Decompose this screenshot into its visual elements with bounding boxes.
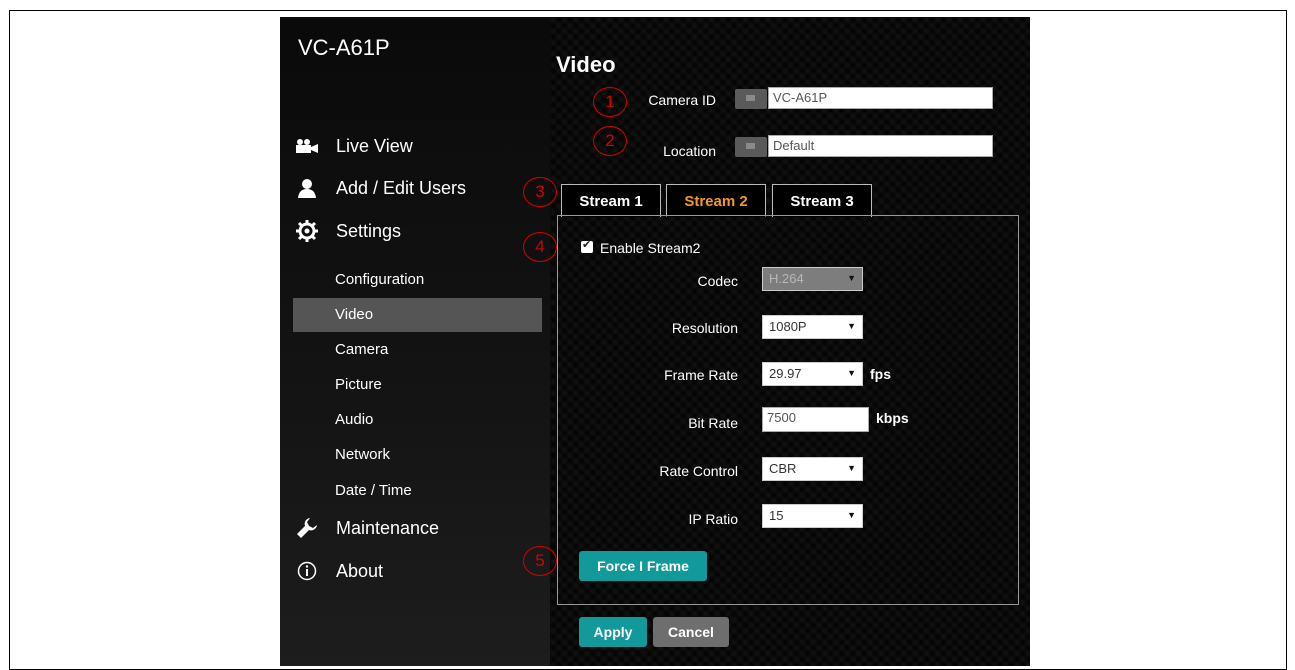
camera-id-icon-button[interactable] bbox=[735, 89, 767, 109]
nav-configuration[interactable]: Configuration bbox=[335, 271, 424, 288]
user-icon bbox=[294, 177, 320, 199]
nav-add-edit-users-label: Add / Edit Users bbox=[336, 177, 467, 198]
bit-rate-label: Bit Rate bbox=[688, 415, 738, 431]
nav-settings[interactable]: Settings bbox=[294, 220, 401, 242]
app-title: VC-A61P bbox=[298, 35, 390, 60]
ip-ratio-value: 15 bbox=[769, 508, 784, 523]
location-input[interactable]: Default bbox=[768, 135, 993, 157]
nav-picture[interactable]: Picture bbox=[335, 376, 382, 393]
rate-control-label: Rate Control bbox=[659, 463, 738, 479]
bit-rate-unit: kbps bbox=[876, 410, 909, 426]
chevron-down-icon: ▼ bbox=[847, 510, 856, 520]
frame-rate-unit: fps bbox=[870, 366, 891, 382]
location-label: Location bbox=[663, 143, 716, 159]
tab-stream-2[interactable]: Stream 2 bbox=[666, 184, 766, 217]
frame-rate-select[interactable]: 29.97 ▼ bbox=[762, 362, 863, 386]
bit-rate-input[interactable]: 7500 bbox=[762, 407, 869, 432]
tab-stream-3[interactable]: Stream 3 bbox=[772, 184, 872, 217]
wrench-icon bbox=[294, 517, 320, 539]
enable-stream-checkbox[interactable] bbox=[581, 238, 593, 253]
cancel-button[interactable]: Cancel bbox=[653, 617, 729, 647]
chevron-down-icon: ▼ bbox=[847, 321, 856, 331]
callout-1: 1 bbox=[593, 87, 627, 117]
rate-control-value: CBR bbox=[769, 461, 797, 476]
tab-stream-1[interactable]: Stream 1 bbox=[561, 184, 661, 217]
codec-label: Codec bbox=[697, 273, 738, 289]
nav-camera[interactable]: Camera bbox=[335, 341, 388, 358]
camera-id-label: Camera ID bbox=[648, 92, 716, 108]
nav-about-label: About bbox=[336, 560, 384, 581]
codec-value: H.264 bbox=[769, 271, 804, 286]
ip-ratio-select[interactable]: 15 ▼ bbox=[762, 504, 863, 528]
frame-rate-value: 29.97 bbox=[769, 366, 802, 381]
callout-2: 2 bbox=[593, 126, 627, 156]
chevron-down-icon: ▼ bbox=[847, 463, 856, 473]
camera-web-ui: VC-A61P Live View Add / Edit Users Setti… bbox=[280, 17, 1030, 666]
apply-button[interactable]: Apply bbox=[579, 617, 647, 647]
chevron-down-icon: ▼ bbox=[847, 273, 856, 283]
location-icon-button[interactable] bbox=[735, 137, 767, 157]
rate-control-select[interactable]: CBR ▼ bbox=[762, 457, 863, 481]
nav-live-view-label: Live View bbox=[336, 135, 413, 156]
resolution-value: 1080P bbox=[769, 319, 807, 334]
nav-maintenance-label: Maintenance bbox=[336, 517, 440, 538]
force-i-frame-button[interactable]: Force I Frame bbox=[579, 551, 707, 581]
callout-5: 5 bbox=[523, 546, 557, 576]
gear-icon bbox=[294, 220, 320, 242]
callout-3: 3 bbox=[523, 177, 557, 207]
nav-date-time[interactable]: Date / Time bbox=[335, 482, 412, 499]
nav-add-edit-users[interactable]: Add / Edit Users bbox=[294, 177, 466, 199]
frame-rate-label: Frame Rate bbox=[664, 367, 738, 383]
resolution-select[interactable]: 1080P ▼ bbox=[762, 315, 863, 339]
nav-audio[interactable]: Audio bbox=[335, 411, 373, 428]
nav-video[interactable]: Video bbox=[293, 298, 542, 332]
nav-maintenance[interactable]: Maintenance bbox=[294, 517, 439, 539]
page-title: Video bbox=[556, 52, 616, 77]
nav-live-view[interactable]: Live View bbox=[294, 135, 413, 157]
codec-select[interactable]: H.264 ▼ bbox=[762, 267, 863, 291]
camera-id-input[interactable]: VC-A61P bbox=[768, 87, 993, 109]
resolution-label: Resolution bbox=[671, 320, 738, 336]
nav-settings-label: Settings bbox=[336, 220, 402, 241]
info-icon bbox=[294, 560, 320, 582]
callout-4: 4 bbox=[523, 232, 557, 262]
ip-ratio-label: IP Ratio bbox=[688, 511, 738, 527]
chevron-down-icon: ▼ bbox=[847, 368, 856, 378]
nav-network[interactable]: Network bbox=[335, 446, 390, 463]
nav-about[interactable]: About bbox=[294, 560, 383, 582]
enable-stream-label: Enable Stream2 bbox=[600, 240, 701, 256]
camera-icon bbox=[294, 135, 320, 157]
